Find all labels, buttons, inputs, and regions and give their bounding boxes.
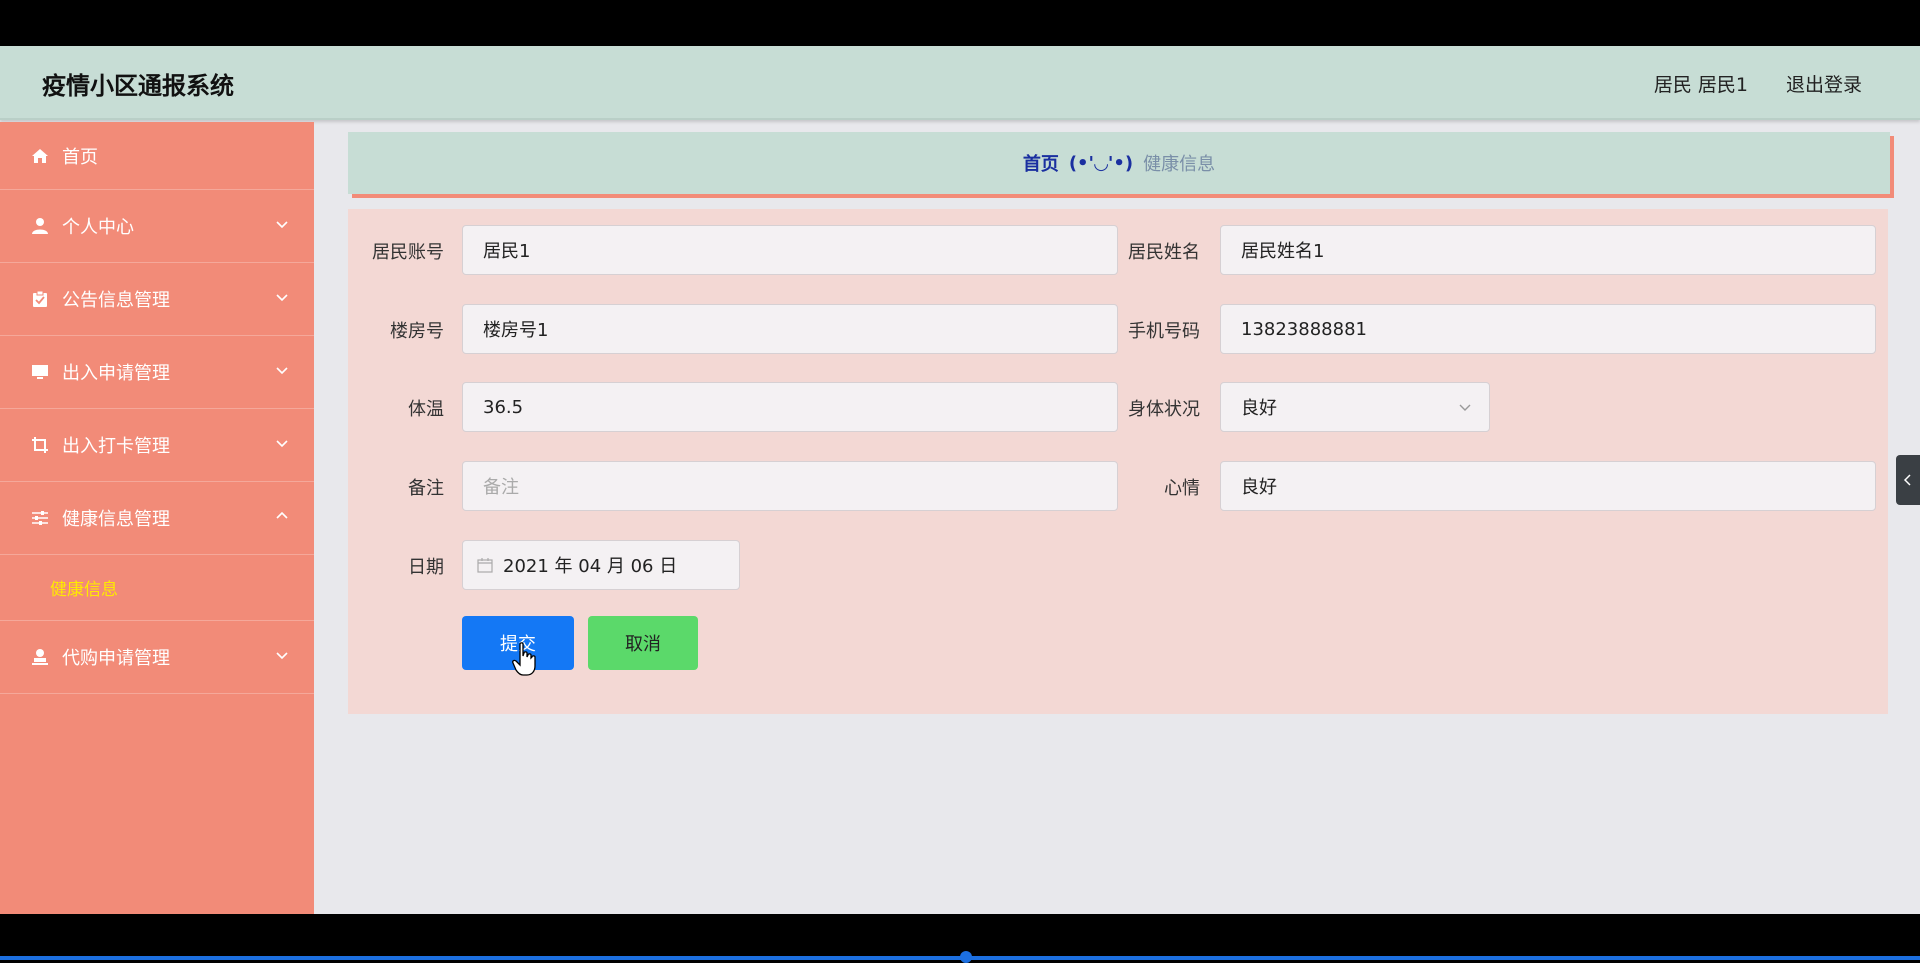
top-header: 疫情小区通报系统 居民 居民1 退出登录: [0, 46, 1920, 120]
date-value: 2021 年 04 月 06 日: [503, 556, 678, 577]
chevron-down-icon: [276, 294, 288, 302]
sidebar-item-announcements[interactable]: 公告信息管理: [0, 263, 314, 336]
sidebar: 首页 个人中心 公告信息管理 出入申请管理 出入打卡管理 健康信息管理 健康信息…: [0, 122, 314, 914]
sidebar-item-checkin[interactable]: 出入打卡管理: [0, 409, 314, 482]
sidebar-subitem-health-info[interactable]: 健康信息: [0, 555, 314, 621]
health-status-label: 身体状况: [1128, 399, 1200, 420]
mood-label: 心情: [1164, 478, 1200, 499]
mood-field[interactable]: 良好: [1220, 461, 1876, 511]
remark-label: 备注: [408, 478, 444, 499]
chevron-left-icon: [1903, 474, 1911, 486]
clipboard-icon: [30, 289, 50, 309]
health-status-select[interactable]: 良好: [1220, 382, 1490, 432]
building-label: 楼房号: [390, 321, 444, 342]
account-label: 居民账号: [372, 242, 444, 263]
sidebar-item-label: 代购申请管理: [62, 648, 170, 669]
user-stamp-icon: [30, 647, 50, 667]
sliders-icon: [30, 508, 50, 528]
chevron-down-icon: [276, 367, 288, 375]
name-field[interactable]: 居民姓名1: [1220, 225, 1876, 275]
sidebar-item-access-requests[interactable]: 出入申请管理: [0, 336, 314, 409]
phone-field[interactable]: 13823888881: [1220, 304, 1876, 354]
calendar-icon: [477, 558, 493, 573]
progress-handle[interactable]: [960, 951, 972, 963]
crop-icon: [30, 435, 50, 455]
app-screen: 疫情小区通报系统 居民 居民1 退出登录 首页 个人中心 公告信息管理 出入申请…: [0, 46, 1920, 914]
monitor-icon: [30, 362, 50, 382]
breadcrumb: 首页 (•'◡'•) 健康信息: [348, 132, 1890, 194]
remark-field[interactable]: 备注: [462, 461, 1118, 511]
date-picker[interactable]: 2021 年 04 月 06 日: [462, 540, 740, 590]
sidebar-item-label: 出入打卡管理: [62, 436, 170, 457]
user-info: 居民 居民1: [1653, 74, 1748, 96]
sidebar-item-personal-center[interactable]: 个人中心: [0, 190, 314, 263]
sidebar-item-proxy-purchase[interactable]: 代购申请管理: [0, 621, 314, 694]
side-panel-toggle[interactable]: [1896, 455, 1920, 505]
breadcrumb-home[interactable]: 首页: [1023, 150, 1059, 176]
building-field[interactable]: 楼房号1: [462, 304, 1118, 354]
home-icon: [30, 146, 50, 166]
temperature-label: 体温: [408, 399, 444, 420]
sidebar-item-label: 首页: [62, 146, 98, 168]
health-form: 居民账号 居民1 居民姓名 居民姓名1 楼房号 楼房号1 手机号码 138238…: [348, 209, 1888, 714]
sidebar-item-label: 出入申请管理: [62, 363, 170, 384]
sidebar-subitem-label[interactable]: 健康信息: [50, 575, 118, 600]
chevron-down-icon: [1459, 404, 1471, 411]
breadcrumb-current: 健康信息: [1143, 154, 1216, 175]
phone-label: 手机号码: [1128, 321, 1200, 342]
chevron-down-icon: [276, 440, 288, 448]
temperature-field[interactable]: 36.5: [462, 382, 1118, 432]
date-label: 日期: [408, 557, 444, 578]
chevron-up-icon: [276, 511, 288, 519]
sidebar-item-label: 公告信息管理: [62, 290, 170, 311]
sidebar-item-home[interactable]: 首页: [0, 122, 314, 190]
person-icon: [30, 216, 50, 236]
chevron-down-icon: [276, 221, 288, 229]
hand-pointer-icon: [512, 642, 536, 676]
health-status-value: 良好: [1241, 398, 1277, 419]
name-label: 居民姓名: [1128, 242, 1200, 263]
sidebar-item-health-info[interactable]: 健康信息管理: [0, 482, 314, 555]
breadcrumb-separator: (•'◡'•): [1068, 152, 1134, 174]
logout-link[interactable]: 退出登录: [1786, 70, 1862, 97]
app-title: 疫情小区通报系统: [42, 72, 234, 100]
account-field[interactable]: 居民1: [462, 225, 1118, 275]
chevron-down-icon: [276, 652, 288, 660]
sidebar-item-label: 个人中心: [62, 217, 134, 238]
sidebar-item-label: 健康信息管理: [62, 509, 170, 530]
cancel-button[interactable]: 取消: [588, 616, 698, 670]
